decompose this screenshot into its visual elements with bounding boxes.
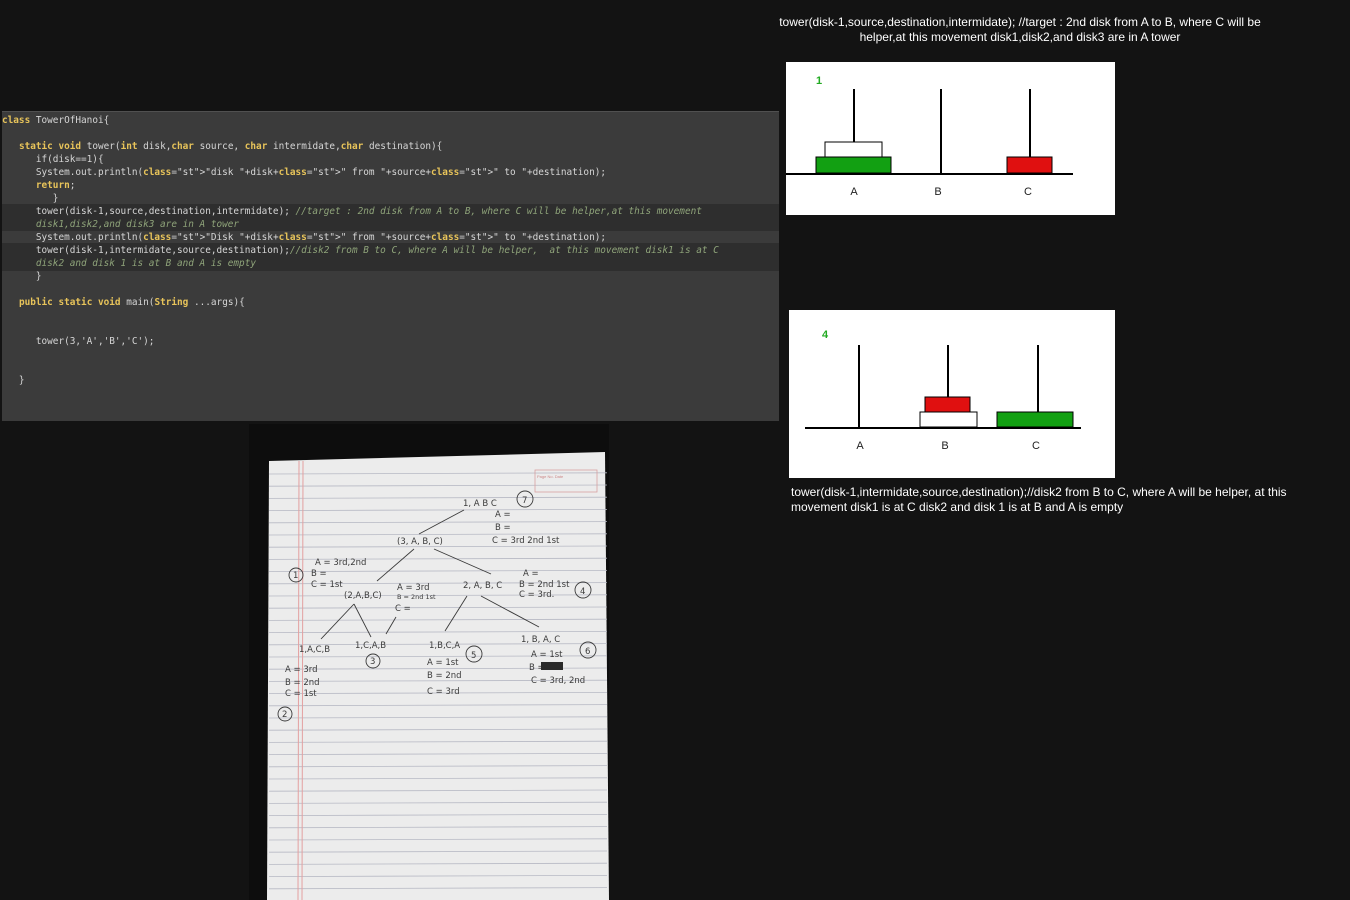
node-right-b: B = 2nd 1st (519, 580, 570, 590)
node-mid-b: B = 2nd 1st (397, 593, 436, 601)
node-ll-num: 2 (282, 710, 287, 720)
date-box-label: Page No. Date (537, 474, 564, 479)
node-3abc: (3, A, B, C) (397, 537, 443, 547)
code-line: tower(disk-1,intermidate,source,destinat… (2, 245, 719, 256)
code-line: static void tower(int disk,char source, … (18, 141, 443, 152)
node-left-b: B = (311, 569, 327, 579)
node-b6-c: C = 3rd, 2nd (531, 676, 585, 686)
code-line: class TowerOfHanoi{ (2, 115, 110, 126)
node-root-b: B = (495, 523, 511, 533)
step-number: 1 (816, 75, 822, 87)
node-1bca-num: 5 (471, 651, 476, 661)
peg-label-a: A (856, 440, 864, 452)
node-right-a: A = (523, 569, 539, 579)
peg-label-b: B (934, 186, 941, 198)
peg-label-c: C (1032, 440, 1040, 452)
code-line: } (2, 375, 25, 386)
step-number: 4 (822, 329, 829, 341)
node-ll-b: B = 2nd (285, 678, 320, 688)
node-2abc-2: 2, A, B, C (463, 581, 502, 591)
peg-label-b: B (941, 440, 948, 452)
node-root: 1, A B C (463, 499, 497, 509)
node-root-c: C = 3rd 2nd 1st (492, 536, 560, 546)
node-2abc: (2,A,B,C) (344, 591, 382, 601)
disk-green (815, 156, 892, 174)
disk-red (1006, 156, 1053, 174)
peg-label-c: C (1024, 186, 1032, 198)
hanoi-diagram-step-1: 1 A B C (786, 62, 1115, 215)
node-b5-b: B = 2nd (427, 671, 462, 681)
node-mid-a: A = 3rd (397, 583, 430, 593)
disk-red (924, 396, 971, 413)
code-line: tower(3,'A','B','C'); (2, 336, 155, 347)
peg-label-a: A (850, 186, 858, 198)
node-left-num: 1 (293, 571, 298, 581)
code-line: if(disk==1){ (2, 154, 104, 165)
code-line: return; (35, 180, 76, 191)
node-root-num: 7 (522, 496, 527, 506)
node-right-num: 4 (580, 587, 585, 597)
disk-white (919, 411, 978, 428)
code-line: tower(disk-1,source,destination,intermid… (2, 206, 702, 217)
node-ll-c: C = 1st (285, 689, 317, 699)
node-1cab-num: 3 (370, 657, 375, 667)
node-b6-a: A = 1st (531, 650, 563, 660)
code-editor-panel: class TowerOfHanoi{ static void tower(in… (2, 111, 779, 421)
node-ll-a: A = 3rd (285, 665, 318, 675)
node-1cab: 1,C,A,B (355, 641, 386, 651)
bottom-caption: tower(disk-1,intermidate,source,destinat… (791, 485, 1287, 514)
code-line: System.out.println(class="st">"disk "+di… (2, 167, 606, 178)
node-b5-a: A = 1st (427, 658, 459, 668)
code-line: disk1,disk2,and disk3 are in A tower (2, 219, 240, 230)
node-right-c: C = 3rd. (519, 590, 554, 600)
node-1bac: 1, B, A, C (521, 635, 560, 645)
code-line: public static void main(String ...args){ (18, 297, 245, 308)
top-caption: tower(disk-1,source,destination,intermid… (779, 15, 1261, 44)
code-line: disk2 and disk 1 is at B and A is empty (2, 258, 256, 269)
code-line: } (2, 271, 42, 282)
node-1acb: 1,A,C,B (299, 645, 330, 655)
node-left-c: C = 1st (311, 580, 343, 590)
node-1bca: 1,B,C,A (429, 641, 460, 651)
node-mid-c: C = (395, 604, 411, 614)
node-b5-c: C = 3rd (427, 687, 460, 697)
notebook-photo: Page No. Date 1, A B C 7 A = B = C = 3rd… (249, 424, 609, 900)
node-left-a: A = 3rd,2nd (315, 558, 366, 568)
disk-green (996, 411, 1074, 428)
node-root-a: A = (495, 510, 511, 520)
code-line: } (2, 193, 59, 204)
code-line: System.out.println(class="st">"Disk "+di… (2, 232, 606, 243)
node-1bac-num: 6 (585, 647, 590, 657)
disk-white (824, 141, 883, 158)
hanoi-diagram-step-4: 4 A B C (789, 310, 1115, 478)
